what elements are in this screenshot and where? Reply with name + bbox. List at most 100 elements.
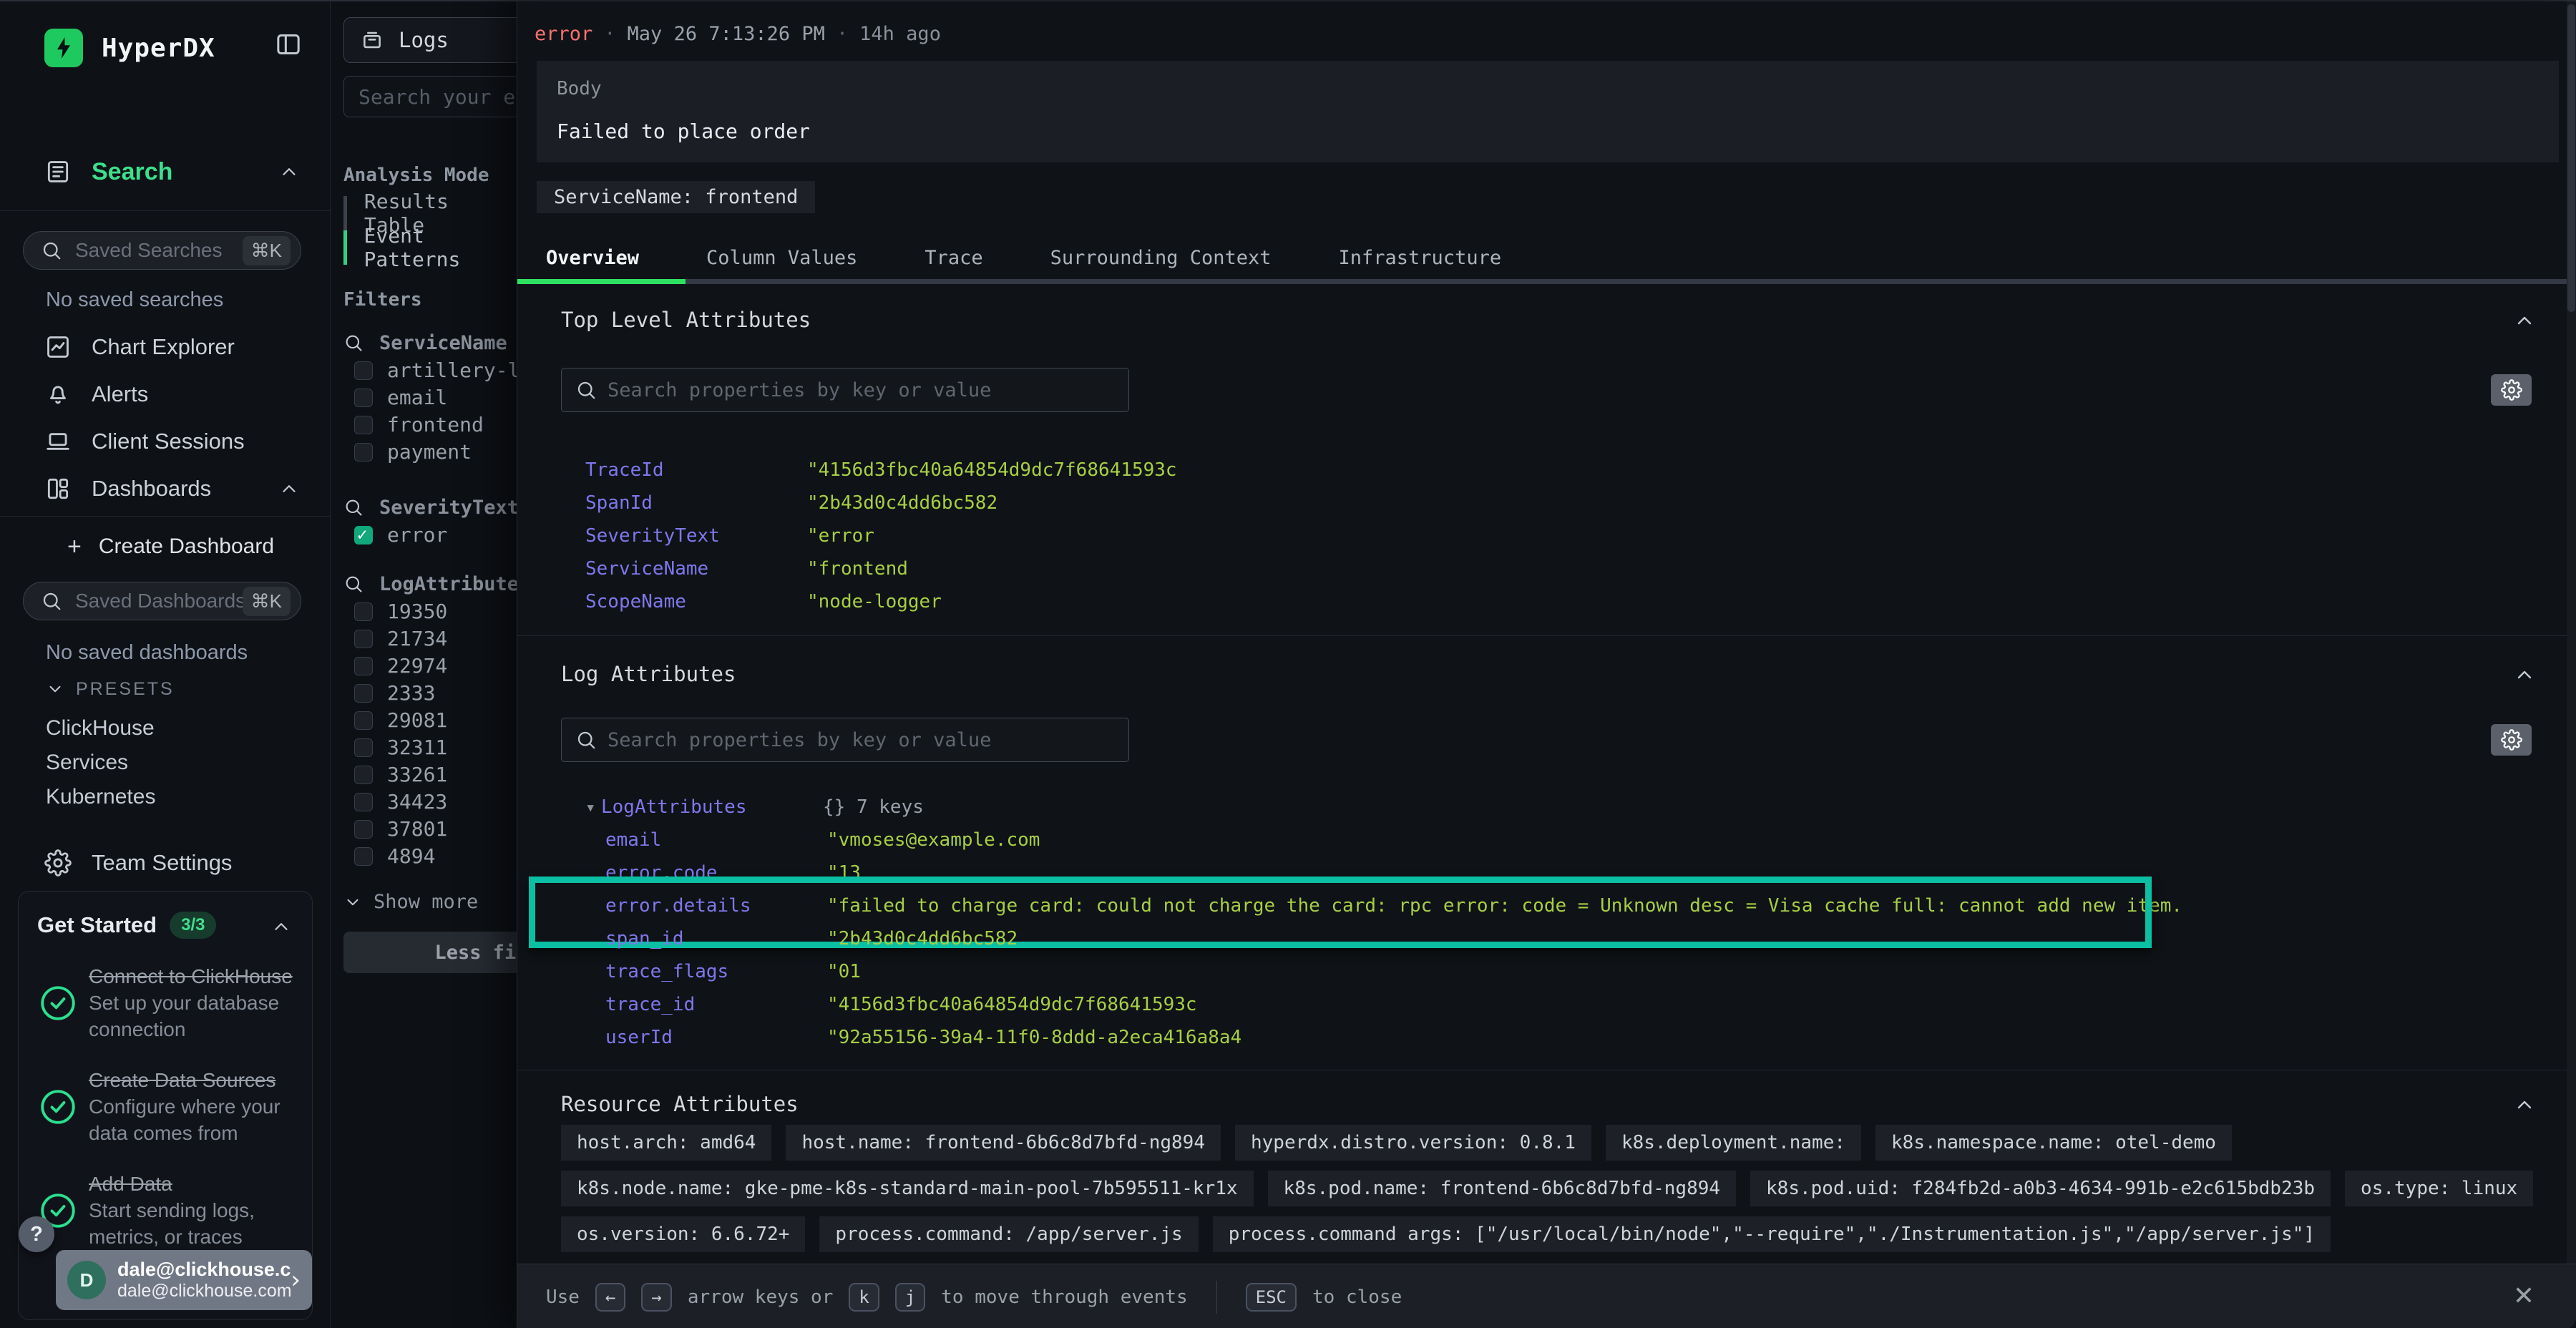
filter-option[interactable]: 21734 <box>343 625 517 652</box>
sidebar-item-team-settings[interactable]: Team Settings <box>0 839 330 887</box>
less-filters-button[interactable]: Less filters <box>343 932 517 973</box>
resource-chip[interactable]: hyperdx.distro.version: 0.8.1 <box>1235 1125 1591 1161</box>
filter-option[interactable]: 33261 <box>343 761 517 788</box>
filter-option[interactable]: email <box>343 384 517 411</box>
filter-option[interactable]: 2333 <box>343 680 517 706</box>
event-search-input[interactable] <box>343 76 517 117</box>
checkbox-checked-icon[interactable] <box>354 526 373 545</box>
resource-chip[interactable]: os.version: 6.6.72+ <box>561 1216 805 1252</box>
attribute-row[interactable]: span_id2b43d0c4dd6bc582 <box>561 922 2536 955</box>
scrollbar[interactable] <box>2567 1 2576 1264</box>
search-icon[interactable] <box>343 333 364 353</box>
checkbox-icon[interactable] <box>354 766 373 784</box>
saved-dashboards-search[interactable]: ⌘K <box>23 582 301 620</box>
attribute-row[interactable]: trace_flags01 <box>561 955 2536 988</box>
resource-chip[interactable]: k8s.namespace.name: otel-demo <box>1875 1125 2232 1161</box>
tab-column-values[interactable]: Column Values <box>706 247 857 269</box>
collapse-section-icon[interactable] <box>2513 309 2536 332</box>
chevron-up-icon[interactable] <box>270 916 292 937</box>
checkbox-icon[interactable] <box>354 361 373 380</box>
get-started-item[interactable]: Connect to ClickHouse Set up your databa… <box>37 963 293 1043</box>
sidebar-item-chart-explorer[interactable]: Chart Explorer <box>0 323 330 371</box>
checkbox-icon[interactable] <box>354 602 373 621</box>
sidebar-item-clickhouse[interactable]: ClickHouse <box>0 711 330 746</box>
chevron-up-icon[interactable] <box>278 161 300 182</box>
attributes-settings-button[interactable] <box>2491 724 2532 756</box>
checkbox-icon[interactable] <box>354 684 373 703</box>
resource-chip[interactable]: process.command args: ["/usr/local/bin/n… <box>1213 1216 2331 1252</box>
collapse-section-icon[interactable] <box>2513 663 2536 686</box>
search-icon[interactable] <box>343 574 364 594</box>
resource-chip[interactable]: k8s.pod.name: frontend-6b6c8d7bfd-ng894 <box>1268 1171 1736 1206</box>
service-name-chip[interactable]: ServiceName: frontend <box>537 181 815 213</box>
get-started-item[interactable]: Add Data Start sending logs, metrics, or… <box>37 1171 293 1250</box>
checkbox-icon[interactable] <box>354 738 373 757</box>
chevron-up-icon[interactable] <box>278 478 300 499</box>
log-attributes-search-input[interactable] <box>561 718 1129 762</box>
attribute-row[interactable]: error.code13 <box>561 856 2536 889</box>
filter-option[interactable]: 4894 <box>343 843 517 869</box>
sidebar-item-dashboards[interactable]: Dashboards <box>0 465 330 512</box>
collapse-sidebar-icon[interactable] <box>274 30 303 59</box>
filter-option[interactable]: frontend <box>343 411 517 438</box>
checkbox-icon[interactable] <box>354 711 373 730</box>
search-icon[interactable] <box>343 497 364 517</box>
sidebar-item-kubernetes[interactable]: Kubernetes <box>0 780 330 814</box>
resource-chip[interactable]: os.type: linux <box>2345 1171 2533 1206</box>
attributes-settings-button[interactable] <box>2491 374 2532 406</box>
attribute-row[interactable]: SeverityTexterror <box>561 519 2536 552</box>
tab-infrastructure[interactable]: Infrastructure <box>1339 247 1502 269</box>
attribute-row[interactable]: SpanId2b43d0c4dd6bc582 <box>561 487 2536 519</box>
attribute-row[interactable]: ScopeNamenode-logger <box>561 585 2536 618</box>
checkbox-icon[interactable] <box>354 389 373 407</box>
attribute-row[interactable]: ServiceNamefrontend <box>561 552 2536 585</box>
resource-chip[interactable]: process.command: /app/server.js <box>819 1216 1198 1252</box>
checkbox-icon[interactable] <box>354 793 373 811</box>
saved-searches-input[interactable] <box>75 239 243 262</box>
sidebar-item-client-sessions[interactable]: Client Sessions <box>0 418 330 465</box>
checkbox-icon[interactable] <box>354 416 373 434</box>
attribute-row-highlighted[interactable]: error.detailsfailed to charge card: coul… <box>561 889 2536 922</box>
resource-chip[interactable]: k8s.node.name: gke-pme-k8s-standard-main… <box>561 1171 1254 1206</box>
filter-option[interactable]: payment <box>343 439 517 465</box>
source-select[interactable]: Logs <box>343 17 517 63</box>
top-level-search-input[interactable] <box>561 368 1129 412</box>
resource-chip[interactable]: host.arch: amd64 <box>561 1125 771 1161</box>
filter-option[interactable]: 29081 <box>343 707 517 733</box>
checkbox-icon[interactable] <box>354 443 373 462</box>
filter-option[interactable]: 34423 <box>343 788 517 815</box>
help-button[interactable]: ? <box>19 1216 54 1252</box>
attribute-tree-root[interactable]: ▾ LogAttributes {} 7 keys <box>561 791 2536 824</box>
attribute-row[interactable]: TraceId4156d3fbc40a64854d9dc7f68641593c <box>561 454 2536 487</box>
filter-option-checked[interactable]: error <box>343 522 517 548</box>
checkbox-icon[interactable] <box>354 657 373 675</box>
checkbox-icon[interactable] <box>354 630 373 648</box>
mode-event-patterns[interactable]: Event Patterns <box>343 230 517 265</box>
saved-dashboards-input[interactable] <box>75 590 243 612</box>
collapse-section-icon[interactable] <box>2513 1093 2536 1116</box>
saved-searches-search[interactable]: ⌘K <box>23 231 301 270</box>
filter-option[interactable]: 32311 <box>343 734 517 761</box>
filter-option[interactable]: artillery-loadgen <box>343 357 517 384</box>
sidebar-item-search[interactable]: Search <box>0 153 330 190</box>
sidebar-item-services[interactable]: Services <box>0 746 330 780</box>
close-icon[interactable]: ✕ <box>2513 1281 2534 1311</box>
attribute-row[interactable]: emailvmoses@example.com <box>561 824 2536 856</box>
sidebar-item-alerts[interactable]: Alerts <box>0 371 330 418</box>
resource-chip[interactable]: host.name: frontend-6b6c8d7bfd-ng894 <box>786 1125 1221 1161</box>
resource-chip[interactable]: k8s.pod.uid: f284fb2d-a0b3-4634-991b-e2c… <box>1750 1171 2331 1206</box>
checkbox-icon[interactable] <box>354 820 373 839</box>
attribute-row[interactable]: userId92a55156-39a4-11f0-8ddd-a2eca416a8… <box>561 1021 2536 1054</box>
tab-overview[interactable]: Overview <box>546 247 639 269</box>
filter-option[interactable]: 19350 <box>343 598 517 625</box>
get-started-item[interactable]: Create Data Sources Configure where your… <box>37 1067 293 1146</box>
collapse-tree-icon[interactable]: ▾ <box>585 791 601 824</box>
filter-option[interactable]: 22974 <box>343 653 517 679</box>
user-account-chip[interactable]: D dale@clickhouse.com dale@clickhouse.co… <box>56 1250 312 1310</box>
checkbox-icon[interactable] <box>354 847 373 866</box>
presets-toggle[interactable]: PRESETS <box>0 678 330 700</box>
show-more-button[interactable]: Show more <box>343 891 517 913</box>
filter-option[interactable]: 37801 <box>343 816 517 842</box>
create-dashboard-button[interactable]: + Create Dashboard <box>0 524 330 570</box>
attribute-row[interactable]: trace_id4156d3fbc40a64854d9dc7f68641593c <box>561 988 2536 1021</box>
